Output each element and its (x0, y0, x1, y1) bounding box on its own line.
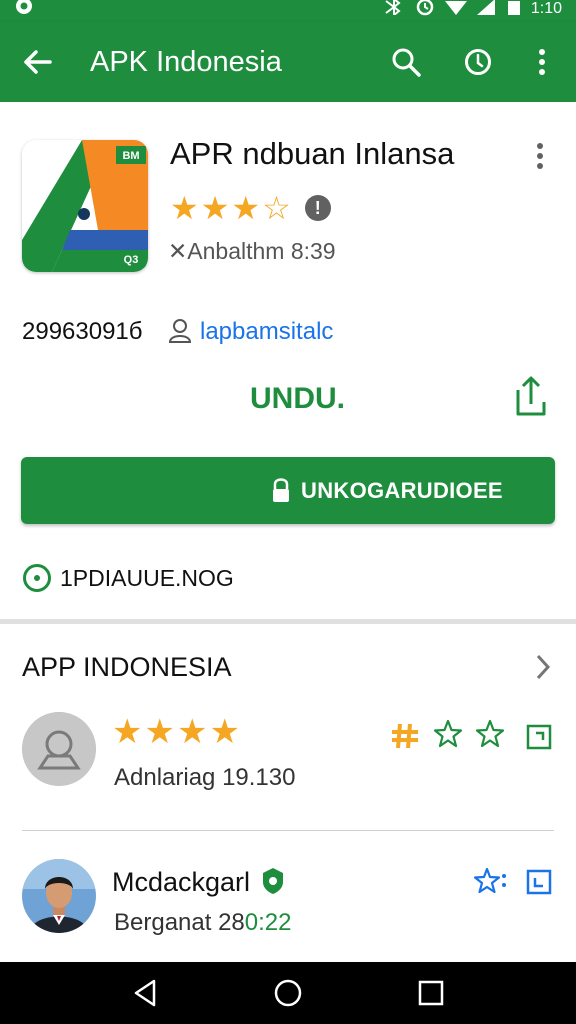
section-divider (0, 619, 576, 624)
app-bar: APK Indonesia (0, 22, 576, 102)
home-nav-icon[interactable] (271, 976, 305, 1010)
reviewer-subtitle: Berganat 280:22 (114, 909, 292, 936)
app-icon[interactable]: BM Q3 (22, 140, 148, 272)
status-bar: 1:10 (0, 0, 576, 22)
battery-icon (507, 0, 521, 20)
avatar-placeholder (22, 712, 96, 786)
star-full-icon: ★ (176, 713, 208, 751)
chevron-right-icon[interactable] (532, 652, 554, 682)
corner-square-icon[interactable] (526, 869, 552, 900)
bluetooth-icon (383, 0, 405, 20)
review-stars: ★ ★ ★ ★ (112, 714, 240, 750)
app-meta: ✕Anbalthm 8:39 (168, 238, 336, 264)
clock-icon[interactable] (460, 44, 496, 80)
developer-link[interactable]: lapbamsitalc (200, 318, 333, 346)
star-outline-icon: ☆ (262, 190, 291, 226)
share-icon[interactable] (512, 374, 550, 418)
star-full-icon: ★ (170, 190, 199, 226)
x-icon: ✕ (168, 238, 188, 264)
lock-icon (271, 477, 291, 503)
recents-nav-icon[interactable] (414, 976, 448, 1010)
review-time: 0:22 (244, 909, 292, 936)
version-icon (22, 563, 52, 593)
primary-button-label: UNKOGARUDIOEE (301, 478, 503, 503)
star-half-icon: ★ (209, 713, 240, 751)
search-icon[interactable] (388, 44, 424, 80)
review-divider (22, 830, 554, 831)
alarm-icon (415, 0, 435, 21)
overflow-menu-icon[interactable] (524, 44, 560, 80)
app-details-section: BM Q3 APR ndbuan Inlansa ★ ★ ★ ☆ ! ✕Anba… (0, 102, 576, 620)
corner-square-icon[interactable] (526, 724, 552, 755)
icon-badge-bottom: Q3 (124, 254, 139, 266)
back-nav-icon[interactable] (128, 976, 162, 1010)
hash-icon[interactable] (390, 722, 420, 755)
star-outline-icon[interactable] (474, 718, 506, 755)
section-title[interactable]: APP INDONESIA (22, 652, 232, 683)
review-subtitle: Adnlariag 19.130 (114, 764, 296, 791)
install-link[interactable]: UNDU. (250, 382, 345, 416)
wifi-icon (444, 0, 467, 20)
star-outline-icon[interactable] (432, 718, 464, 755)
review-item: Mcdackgarl Berganat 280:22 (0, 845, 576, 960)
verified-badge-icon (262, 867, 284, 900)
star-full-icon: ★ (112, 713, 143, 751)
star-full-icon: ★ (200, 190, 230, 226)
app-bar-title: APK Indonesia (90, 46, 282, 78)
star-outline-icon[interactable] (473, 867, 508, 902)
icon-badge-top: BM (122, 150, 139, 162)
star-full-icon: ★ (144, 713, 175, 751)
review-item: ★ ★ ★ ★ Adnlariag 19.130 (0, 700, 576, 830)
signal-icon (476, 0, 497, 20)
app-overflow-icon[interactable] (528, 140, 552, 172)
download-count: 29963091б (22, 318, 143, 345)
person-icon (168, 318, 192, 344)
status-time: 1:10 (530, 0, 562, 17)
star-full-icon: ★ (231, 190, 261, 226)
system-nav-bar (0, 962, 576, 1024)
avatar (22, 859, 96, 933)
version-text: 1PDIAUUE.NOG (60, 565, 234, 591)
primary-install-button[interactable]: UNKOGARUDIOEE (21, 457, 555, 524)
app-title: APR ndbuan Inlansa (170, 136, 455, 171)
back-arrow-icon[interactable] (20, 44, 56, 80)
info-icon[interactable]: ! (304, 195, 331, 221)
notification-icon (14, 0, 34, 21)
reviewer-name: Mcdackgarl (112, 867, 251, 897)
app-rating-stars: ★ ★ ★ ☆ ! (170, 190, 331, 226)
